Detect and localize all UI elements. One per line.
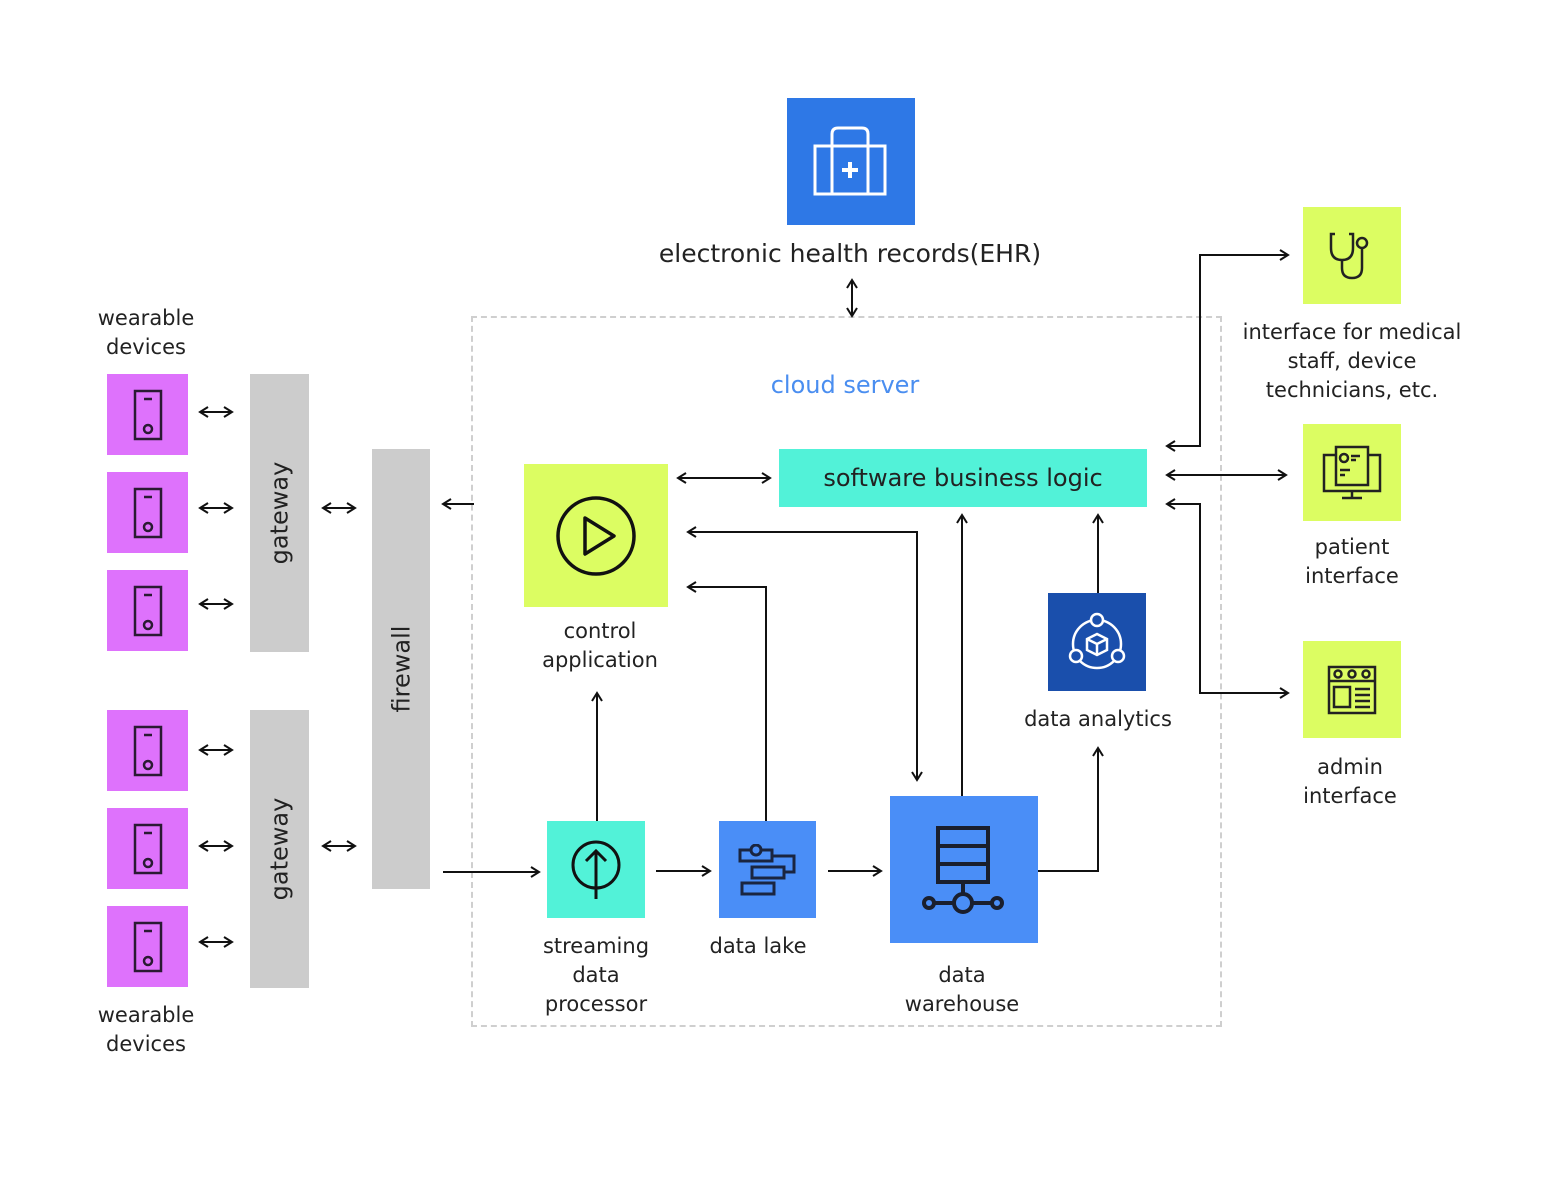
logic-medical-staff-arrow	[1165, 249, 1290, 452]
connectors	[198, 249, 1290, 948]
lake-to-control-arrow	[686, 581, 767, 821]
logic-admin-arrow	[1165, 498, 1290, 699]
logic-to-control-warehouse-arrow	[686, 526, 923, 782]
warehouse-to-analytics-arrow	[1038, 746, 1104, 872]
